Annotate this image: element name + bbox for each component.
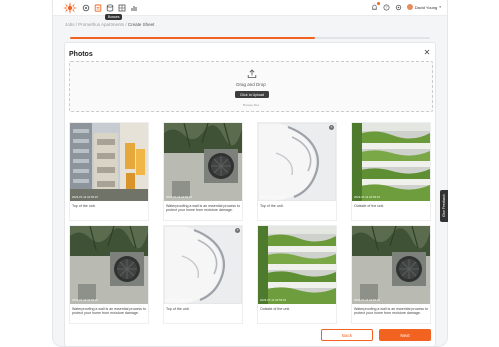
progress-fill — [70, 37, 315, 39]
photo-caption: Waterproofing a wall is an essential pro… — [354, 307, 428, 316]
photo-caption: Waterproofing a wall is an essential pro… — [72, 307, 146, 316]
remove-photo-icon[interactable]: × — [235, 228, 240, 233]
photo-thumbnail[interactable]: 2023-07-14 10:53:15 — [352, 226, 430, 304]
photo-card[interactable]: 2023-07-14 10:53:15 × Top of the unit. — [257, 122, 337, 221]
photo-thumbnail[interactable]: 2023-07-14 10:53:15 — [258, 226, 336, 304]
breadcrumb-jobs[interactable]: Jobs — [65, 22, 75, 27]
photos-modal: Photos ✕ Drag and Drop Click to Upload B… — [64, 37, 436, 347]
progress-bar — [70, 37, 430, 39]
breadcrumb: Jobs / Promethus Apartments / Create She… — [65, 22, 155, 27]
help-icon[interactable]: ? — [383, 3, 391, 11]
upload-button[interactable]: Click to Upload — [235, 91, 269, 98]
breadcrumb-project[interactable]: Promethus Apartments — [78, 22, 124, 27]
photo-card[interactable]: 2023-07-14 10:53:15 × Top of the unit. — [163, 225, 243, 324]
nav-tooltip: Bosses — [105, 14, 123, 20]
photo-caption: Outside of the unit. — [354, 204, 385, 208]
upload-icon — [247, 69, 257, 78]
photo-timestamp: 2023-07-14 10:53:15 — [166, 195, 192, 199]
photo-caption: Top of the unit. — [72, 204, 96, 208]
chevron-down-icon: ▾ — [439, 5, 441, 9]
topbar-actions: ? David Young ▾ — [371, 2, 441, 11]
photo-card[interactable]: 2023-07-14 10:53:15 Outside of the unit. — [257, 225, 337, 324]
photo-timestamp: 2023-07-14 10:53:15 — [354, 195, 380, 199]
close-icon[interactable]: ✕ — [423, 49, 431, 57]
top-bar: Bosses ? David Young ▾ — [53, 0, 447, 20]
avatar — [406, 4, 413, 10]
photo-thumbnail[interactable]: 2023-07-14 10:53:15 × — [258, 123, 336, 201]
grid-icon[interactable] — [118, 4, 126, 12]
svg-text:?: ? — [386, 5, 388, 9]
remove-photo-icon[interactable]: × — [329, 125, 334, 130]
chart-icon[interactable] — [130, 4, 138, 12]
user-menu[interactable]: David Young ▾ — [406, 4, 441, 10]
gear-icon[interactable] — [82, 4, 90, 12]
photo-thumbnail[interactable]: 2023-07-14 10:53:15 — [70, 226, 148, 304]
logo-icon — [63, 2, 77, 14]
next-button[interactable]: Next — [379, 329, 431, 341]
upload-dropzone[interactable]: Drag and Drop Click to Upload Browse fil… — [69, 61, 433, 112]
photo-timestamp: 2023-07-14 10:53:15 — [166, 298, 192, 302]
user-name: David Young — [414, 4, 438, 10]
modal-title: Photos — [69, 51, 93, 58]
notification-dot — [376, 2, 380, 5]
photo-timestamp: 2023-07-14 10:53:15 — [260, 298, 286, 302]
breadcrumb-current: Create Sheet — [127, 22, 155, 27]
photo-card[interactable]: 2023-07-14 10:53:15 Waterproofing a wall … — [163, 122, 243, 221]
browse-hint: Browse files — [242, 103, 260, 107]
photo-caption: Top of the unit. — [166, 307, 190, 311]
photo-timestamp: 2023-07-14 10:53:15 — [354, 298, 380, 302]
photo-thumbnail[interactable]: 2023-07-14 10:53:15 — [70, 123, 148, 201]
clipboard-icon[interactable] — [94, 4, 102, 12]
photos-card: Photos ✕ Drag and Drop Click to Upload B… — [64, 42, 436, 347]
photo-caption: Outside of the unit. — [260, 307, 291, 311]
photo-card[interactable]: 2023-07-14 10:53:15 Waterproofing a wall … — [69, 225, 149, 324]
back-button[interactable]: Back — [321, 329, 373, 341]
photo-caption: Top of the unit. — [260, 204, 284, 208]
photo-card[interactable]: 2023-07-14 10:53:15 Top of the unit. — [69, 122, 149, 221]
photo-timestamp: 2023-07-14 10:53:15 — [72, 195, 98, 199]
settings-icon[interactable] — [395, 3, 403, 11]
bell-icon[interactable] — [371, 2, 380, 11]
photo-timestamp: 2023-07-14 10:53:15 — [72, 298, 98, 302]
photo-card[interactable]: 2023-07-14 10:53:15 Waterproofing a wall … — [351, 225, 431, 324]
photo-thumbnail[interactable]: 2023-07-14 10:53:15 — [164, 123, 242, 201]
photo-card[interactable]: 2023-07-14 10:53:15 Outside of the unit. — [351, 122, 431, 221]
photo-thumbnail[interactable]: 2023-07-14 10:53:15 — [352, 123, 430, 201]
feedback-tab[interactable]: Give Feedback — [440, 190, 448, 222]
photo-timestamp: 2023-07-14 10:53:15 — [260, 195, 286, 199]
database-icon[interactable] — [106, 4, 114, 12]
drag-drop-label: Drag and Drop — [236, 82, 266, 87]
photo-thumbnail[interactable]: 2023-07-14 10:53:15 × — [164, 226, 242, 304]
photo-caption: Waterproofing a wall is an essential pro… — [166, 204, 240, 213]
